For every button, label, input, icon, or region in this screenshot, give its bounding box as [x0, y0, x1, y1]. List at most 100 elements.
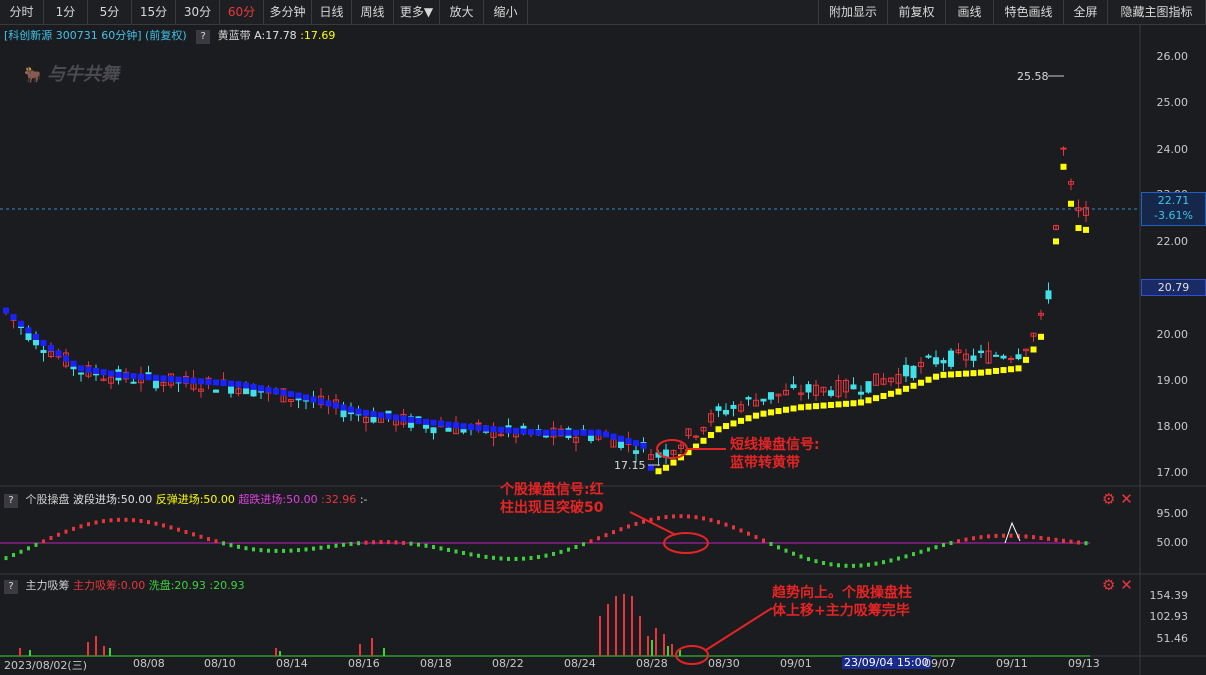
- tab-1min[interactable]: 1分: [44, 0, 88, 24]
- signal-dot: [657, 516, 660, 521]
- gear-icon[interactable]: ⚙: [1102, 576, 1115, 594]
- help-icon[interactable]: ?: [196, 30, 211, 44]
- band-segment: [258, 385, 264, 392]
- signal-dot: [147, 520, 150, 525]
- signal-dot: [349, 541, 353, 546]
- signal-dot: [1002, 533, 1005, 538]
- candle-body: [715, 406, 722, 411]
- band-segment: [273, 388, 279, 395]
- band-segment: [790, 405, 797, 412]
- tab-30min[interactable]: 30分: [176, 0, 220, 24]
- band-segment: [610, 433, 617, 440]
- band-segment: [595, 429, 602, 436]
- signal-dot: [867, 562, 870, 567]
- operation-signal-series: [4, 514, 1088, 568]
- signal-dot: [289, 548, 293, 553]
- band-segment: [250, 383, 257, 390]
- band-segment: [205, 378, 212, 385]
- band-segment: [415, 417, 422, 424]
- tab-multi-min[interactable]: 多分钟: [264, 0, 312, 24]
- more-dropdown[interactable]: 更多▼: [394, 0, 440, 24]
- signal-dot: [379, 540, 383, 545]
- candle-body: [970, 355, 977, 361]
- annotation-trend-up: 趋势向上。个股操盘柱 体上移+主力吸筹完毕: [772, 585, 912, 619]
- zoom-in-button[interactable]: 放大: [440, 0, 484, 24]
- fullscreen-button[interactable]: 全屏: [1064, 0, 1108, 24]
- signal-dot: [72, 526, 75, 531]
- band-segment: [933, 373, 939, 380]
- candle-body: [940, 360, 947, 364]
- signal-dot: [312, 546, 315, 551]
- close-icon[interactable]: ✕: [1120, 490, 1133, 508]
- signal-dot: [814, 559, 818, 564]
- current-price-tag: 22.71 -3.61%: [1141, 192, 1206, 226]
- signal-dot: [807, 557, 810, 562]
- band-segment: [640, 442, 647, 449]
- tab-5min[interactable]: 5分: [88, 0, 132, 24]
- gear-icon[interactable]: ⚙: [1102, 490, 1115, 508]
- tab-weekly[interactable]: 周线: [352, 0, 394, 24]
- indicator-name: 黄蓝带: [217, 29, 251, 42]
- band-segment: [333, 402, 339, 409]
- band-segment: [978, 369, 984, 376]
- signal-dot: [162, 523, 165, 528]
- signal-dot: [612, 530, 615, 535]
- bull-logo-icon: 🐂: [22, 66, 41, 84]
- band-segment: [588, 429, 594, 436]
- tab-timeshare[interactable]: 分时: [0, 0, 44, 24]
- hide-indicator-button[interactable]: 隐藏主图指标: [1108, 0, 1206, 24]
- special-draw-button[interactable]: 特色画线: [994, 0, 1064, 24]
- signal-dot: [117, 517, 120, 522]
- band-segment: [805, 403, 812, 410]
- signal-dot: [372, 540, 375, 545]
- band-segment: [730, 420, 737, 427]
- signal-dot: [1077, 540, 1080, 545]
- candle-body: [768, 392, 774, 400]
- zoom-out-button[interactable]: 缩小: [484, 0, 528, 24]
- band-segment: [880, 392, 887, 399]
- candle-body: [745, 397, 752, 400]
- close-icon[interactable]: ✕: [1120, 576, 1133, 594]
- price-tick: 22.00: [1156, 235, 1189, 248]
- signal-dot: [709, 518, 713, 523]
- candle-body: [790, 384, 797, 389]
- band-segment: [745, 415, 752, 422]
- signal-dot: [252, 547, 255, 552]
- extra-display-button[interactable]: 附加显示: [818, 0, 888, 24]
- band-segment: [378, 412, 384, 419]
- x-axis-label: 09/01: [780, 657, 812, 670]
- help-icon[interactable]: ?: [4, 494, 18, 508]
- tab-60min[interactable]: 60分: [220, 0, 264, 24]
- tab-15min[interactable]: 15分: [132, 0, 176, 24]
- band-segment: [850, 400, 857, 407]
- band-segment: [903, 385, 909, 392]
- signal-dot: [589, 539, 593, 544]
- draw-line-button[interactable]: 画线: [946, 0, 994, 24]
- panel3-header: ? 主力吸筹 主力吸筹:0.00 洗盘:20.93 :20.93: [4, 577, 245, 594]
- signal-dot: [34, 542, 38, 547]
- signal-dot: [12, 553, 15, 558]
- band-segment: [798, 404, 804, 411]
- signal-dot: [672, 514, 675, 519]
- signal-dot: [432, 545, 435, 550]
- band-segment: [408, 416, 414, 423]
- band-segment: [63, 355, 69, 362]
- band-segment: [393, 414, 399, 421]
- band-segment: [190, 377, 197, 384]
- fq-button[interactable]: 前复权: [888, 0, 946, 24]
- signal-dot: [949, 541, 953, 546]
- signal-dot: [192, 532, 195, 537]
- signal-dot: [1069, 539, 1073, 544]
- help-icon[interactable]: ?: [4, 580, 18, 594]
- band-segment: [363, 409, 369, 416]
- band-segment: [423, 418, 429, 425]
- tab-daily[interactable]: 日线: [312, 0, 352, 24]
- band-segment: [243, 382, 249, 389]
- signal-dot: [889, 558, 893, 563]
- candle-body: [213, 389, 219, 393]
- band-segment: [1060, 163, 1067, 170]
- band-segment: [265, 386, 272, 393]
- signal-dot: [492, 555, 495, 560]
- band-segment: [573, 429, 579, 436]
- low-price-label: 17.15: [614, 459, 646, 472]
